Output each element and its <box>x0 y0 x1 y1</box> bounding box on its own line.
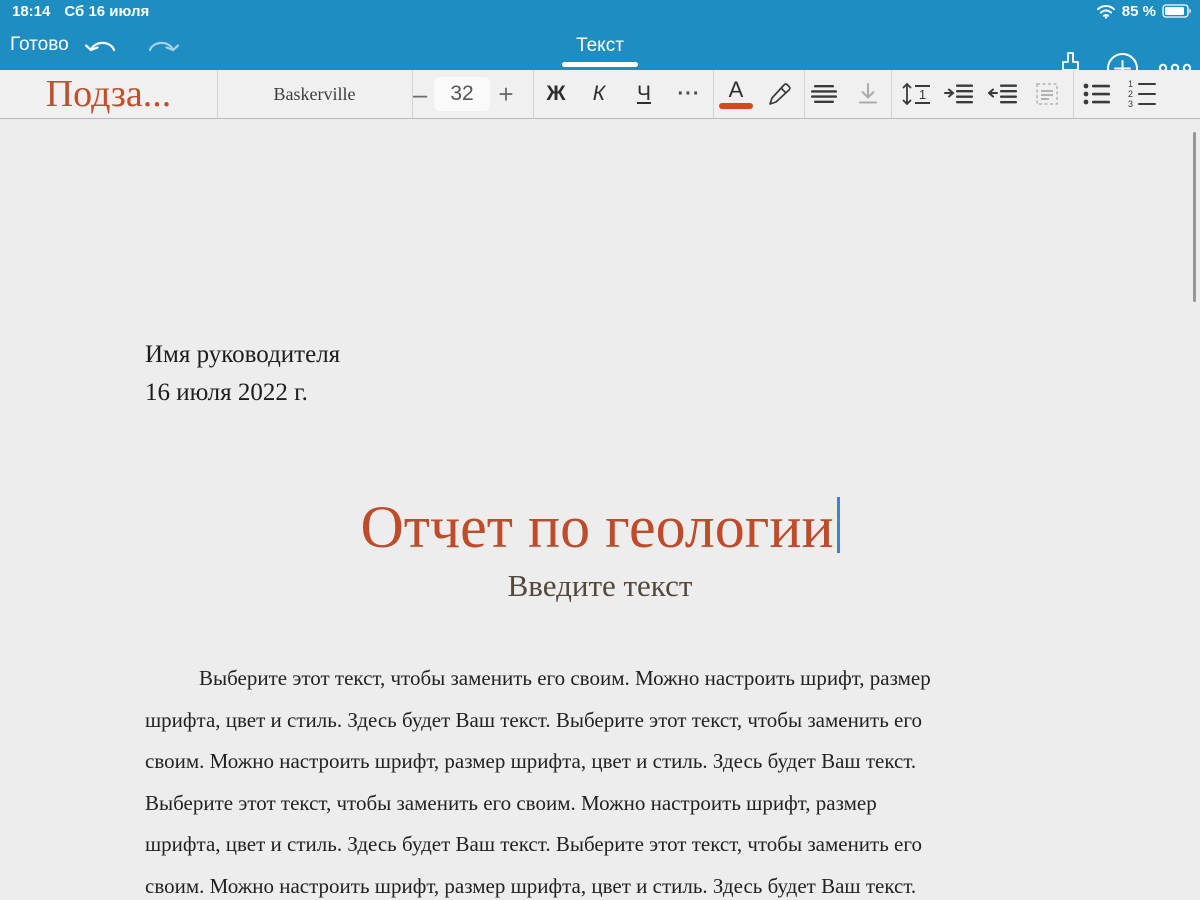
body-text-line[interactable]: шрифта, цвет и стиль. Здесь будет Ваш те… <box>145 700 1125 742</box>
battery-icon <box>1162 4 1192 18</box>
paragraph-style-button[interactable]: Подза... <box>0 70 217 118</box>
scrollbar[interactable] <box>1193 132 1196 302</box>
battery-percent: 85 % <box>1122 3 1156 20</box>
toolbar-divider <box>891 70 892 118</box>
highlighter-icon[interactable] <box>760 70 800 118</box>
document-subtitle[interactable]: Введите текст <box>0 566 1200 606</box>
document-canvas[interactable]: Имя руководителя 16 июля 2022 г. Отчет п… <box>0 120 1200 900</box>
format-toolbar: Подза... Baskerville – 32 + Ж К Ч ··· А <box>0 70 1200 119</box>
font-size-increase-button[interactable]: + <box>486 70 526 118</box>
text-color-swatch <box>719 103 753 109</box>
align-center-icon[interactable] <box>804 70 844 118</box>
toolbar-divider <box>713 70 714 118</box>
font-family-button[interactable]: Baskerville <box>217 70 412 118</box>
line-spacing-button[interactable]: 1 <box>895 70 937 118</box>
body-text-line[interactable]: своим. Можно настроить шрифт, размер шри… <box>145 866 1125 900</box>
tab-bar: Текст <box>0 22 1200 70</box>
more-text-options-button[interactable]: ··· <box>669 70 709 118</box>
navigation-bar: Готово Текст <box>0 22 1200 70</box>
underline-button[interactable]: Ч <box>625 70 663 118</box>
document-title[interactable]: Отчет по геологии <box>360 494 833 560</box>
body-text-line[interactable]: шрифта, цвет и стиль. Здесь будет Ваш те… <box>145 824 1125 866</box>
text-color-letter: А <box>729 79 744 101</box>
toolbar-divider <box>533 70 534 118</box>
wifi-icon <box>1096 4 1116 19</box>
indent-decrease-icon[interactable] <box>982 70 1024 118</box>
tab-text[interactable]: Текст <box>570 22 630 70</box>
bold-button[interactable]: Ж <box>537 70 575 118</box>
italic-button[interactable]: К <box>580 70 618 118</box>
text-cursor <box>837 497 840 553</box>
document-title-row[interactable]: Отчет по геологии <box>0 492 1200 562</box>
toolbar-divider <box>412 70 413 118</box>
text-wrap-icon[interactable] <box>1026 70 1068 118</box>
insert-break-icon[interactable] <box>848 70 888 118</box>
date-line[interactable]: 16 июля 2022 г. <box>145 374 308 412</box>
line-spacing-arrow-icon <box>902 81 912 107</box>
numbered-list-icon[interactable]: 1 2 3 <box>1120 70 1164 118</box>
author-line[interactable]: Имя руководителя <box>145 336 340 374</box>
text-color-button[interactable]: А <box>716 70 756 118</box>
body-text-line[interactable]: Выберите этот текст, чтобы заменить его … <box>145 783 1125 825</box>
toolbar-divider <box>804 70 805 118</box>
indent-increase-icon[interactable] <box>938 70 980 118</box>
body-text-line[interactable]: Выберите этот текст, чтобы заменить его … <box>145 658 1125 700</box>
toolbar-divider <box>217 70 218 118</box>
tab-active-indicator <box>562 62 638 67</box>
line-spacing-value: 1 <box>915 85 930 104</box>
status-bar: 18:14 Сб 16 июля 85 % <box>0 0 1200 22</box>
toolbar-divider <box>1073 70 1074 118</box>
status-date: Сб 16 июля <box>64 3 149 20</box>
tab-text-label: Текст <box>576 35 624 57</box>
body-text[interactable]: Выберите этот текст, чтобы заменить его … <box>145 658 1125 900</box>
clock: 18:14 <box>12 3 50 20</box>
bullet-list-icon[interactable] <box>1076 70 1118 118</box>
font-size-value[interactable]: 32 <box>434 70 490 118</box>
body-text-line[interactable]: своим. Можно настроить шрифт, размер шри… <box>145 741 1125 783</box>
